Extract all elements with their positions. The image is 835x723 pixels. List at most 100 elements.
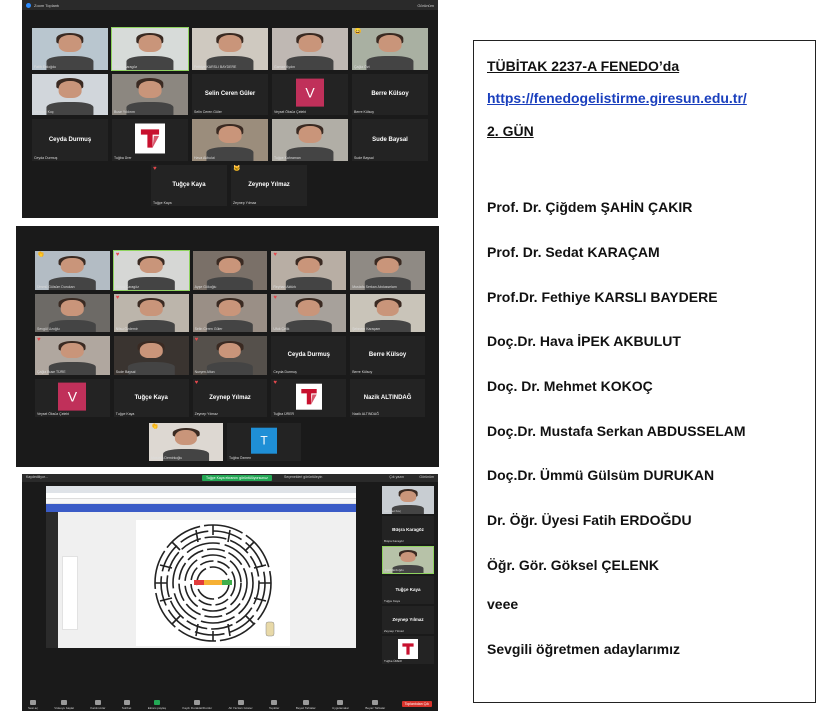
participant-tile-tugba-urer[interactable]: Tuğba ÜRER [382,636,434,664]
instructor-name: Prof. Dr. Sedat KARAÇAM [487,244,660,260]
participant-video [32,28,108,70]
toolbar-button-videoyu-baslat[interactable]: Videoyu başlat [54,700,74,710]
participant-name-label: Nurşen Altun [194,369,215,374]
uygulamalar-icon [337,700,344,705]
participant-tile-fatih-erdogdu[interactable]: Fatih Erdoğdu [382,546,434,574]
participant-tile-berre-kulsoy[interactable]: Berre Külsoy Berre Külsoy [349,335,426,376]
view-button[interactable]: Görünüm [419,475,434,479]
exit-fullscreen-button[interactable]: Çık yazın [389,475,404,479]
participant-tile-busra-karagoz[interactable]: Büşra Karagöz [111,27,189,71]
participant-tile-sude-baysal[interactable]: Sude Baysal [112,335,190,376]
participant-tile-zeynep-yilmaz[interactable]: Zeynep Yılmaz ♥ Zeynep Yılmaz [191,377,269,418]
participant-tile-sevgul-uzoglu[interactable]: Sevgül Uzoğlu [34,292,111,333]
tubitak-logo-icon [398,639,418,659]
participant-name-label: Hava Akbulut [194,155,215,160]
toolbar-button-label: Beyaz Tahtalar [295,706,316,710]
emoji-reaction-icon: 👏 [151,424,159,430]
participant-tile-ayse-gokoglu[interactable]: Ayşe Gökoğlu [191,250,269,291]
participant-tile-sebnem-karacam[interactable]: Şebnem Karaçam [349,292,426,333]
info-link[interactable]: https://fenedogelistirme.giresun.edu.tr/ [487,90,747,106]
participant-name-label: Sude Baysal [115,369,136,374]
view-button[interactable]: Görünüm [417,3,434,8]
participant-tile-nazik-altindag[interactable]: Nazik ALTINDAĞ Nazik ALTINDAĞ [349,377,426,418]
participant-display-name: Büşra Karagöz [392,527,424,533]
participant-tile-cagla-ozt[interactable]: 😄 Çağla Özt [351,27,429,71]
participant-tile-ummu-gulsum-durukan[interactable]: 👏 Ümmü Gülsüm Durukan [34,250,111,291]
participant-tile-tugba-urer[interactable]: Tuğba Ürer [111,118,189,162]
participant-tile-busra-karagoz[interactable]: Büşra Karagöz Büşra Karagöz [382,516,434,544]
tepkiler-icon [271,700,278,705]
participant-name-label: Berre Külsoy [352,369,373,374]
participant-tile-mehmet-koc[interactable]: Mehmet Koç [31,72,109,116]
toolbar-button-ekrani-paylas[interactable]: Ekranı paylaş [148,700,166,710]
beyaz-tahtalar-icon [302,700,309,705]
gallery-grid-1: Fatih Erdoğdu Büşra Karagöz Fethiye KARSLI… [31,27,429,207]
toolbar-button-beyaz-tahtalar[interactable]: Beyaz Tahtalar [296,700,316,710]
view-options-button[interactable]: Seçenekleri görüntüleyin [284,475,322,479]
participant-tile-ufuk-celik[interactable]: ♥ Ufuk Çelik [270,292,348,333]
toolbar-button-sesi-ac[interactable]: Sesi aç [28,700,38,710]
participant-tile-reyhan-akturk[interactable]: ♥ Reyhan Aktürk [270,250,348,291]
participant-tile-sude-baysal[interactable]: Sude Baysal Sude Baysal [351,118,429,162]
participant-tile-ceyda-durmus[interactable]: Ceyda Durmuş Ceyda Durmuş [270,335,348,376]
participant-name-label: Tuğçe Kaya [384,599,400,603]
participant-tile-tugce-kaya[interactable]: Tuğçe Kaya Tuğçe Kaya [382,576,434,604]
participant-tile-zeynep-yilmaz[interactable]: Zeynep Yılmaz Zeynep Yılmaz [382,606,434,634]
participant-tile-tugce-kahraman[interactable]: Tuğçe Kahraman [271,118,349,162]
toolbar-button-uygulamalar[interactable]: Uygulamalar [332,700,349,710]
participant-name-label: Fethiye KARSLI BAYDERE [194,64,237,69]
instructor-name: Doç. Dr. Mehmet KOKOÇ [487,378,653,394]
leave-meeting-button[interactable]: Toplantıdan Çık [401,701,432,707]
participant-tile-tugba-urer[interactable]: ♥ Tuğba ÜRER [270,377,348,418]
participant-tile-buse-yildirim[interactable]: Buse Yıldırım [111,72,189,116]
participant-tile-fatih-erdogdu[interactable]: Fatih Erdoğdu [31,27,109,71]
instructor-name: Doç.Dr. Hava İPEK AKBULUT [487,333,681,349]
participant-tile-tugce-kaya[interactable]: Tuğçe Kaya Tuğçe Kaya [112,377,190,418]
participant-name-label: Fatih Erdoğdu [34,64,56,69]
participant-name-label: Çağla Buse TÜRE [37,369,66,374]
participant-tile-mehmet-koc[interactable]: Mehmet Koç [382,486,434,514]
participant-tile-busra-karagoz[interactable]: ♥ Büşra Karagöz [112,250,190,291]
participant-tile-tugce-kaya[interactable]: Tuğçe Kaya ♥ Tuğçe Kaya [150,163,228,207]
participant-display-name: Berre Külsoy [371,91,409,98]
participant-tile-nursen-altun[interactable]: ♥ Nurşen Altun [191,335,269,376]
toolbar-button-alt-yazilari-goster[interactable]: Alt Yazıları Göster [229,700,253,710]
participant-display-name: Ceyda Durmuş [287,352,330,359]
participant-tile-hava-akbulut[interactable]: Hava Akbulut [191,118,269,162]
participant-strip: Mehmet Koç Büşra Karagöz Büşra Karagöz Fati… [382,486,434,697]
participant-video [32,73,108,115]
videoyu-baslat-icon [61,700,68,705]
toolbar-button-tepkiler[interactable]: Tepkiler [269,700,279,710]
participant-tile-veysel-oksuz-celebi[interactable]: V Veysel Öksüz Çelebi [34,377,111,418]
avatar-initial: V [58,382,87,411]
participant-display-name: Zeynep Yılmaz [392,617,424,623]
participant-tile-veysel-oksuz-celebi[interactable]: V Veysel Öksüz Çelebi [271,72,349,116]
toolbar-button-label: Beyaz Tahtalar [365,706,386,710]
participant-tile-berre-kulsoy[interactable]: Berre Külsoy Berre Külsoy [351,72,429,116]
ekrani-paylas-icon [153,700,160,705]
toolbar-button-beyaz-tahtalar[interactable]: Beyaz Tahtalar [365,700,385,710]
toolbar-button-katilimcilar[interactable]: Katılımcılar [90,700,105,710]
info-heading: TÜBİTAK 2237-A FENEDO’da [487,58,680,74]
participant-tile-selin-ceren-guler[interactable]: Selin Ceren Güler Selin Ceren Güler [191,72,269,116]
participant-tile-zeynep-yilmaz[interactable]: Zeynep Yılmaz 🐱 Zeynep Yılmaz [230,163,308,207]
toolbar-button-label: Sesi aç [28,706,38,710]
participant-tile-gamze-aydin[interactable]: Gamze Aydın [271,27,349,71]
participant-tile-fethiye-karsli-baydere[interactable]: Fethiye KARSLI BAYDERE [191,27,269,71]
participant-tile-mustafa-demirkoglu[interactable]: 👏 Mustafa Demirkoğlu [148,422,224,462]
participant-tile-nilsu-ozdemir[interactable]: ♥ Nilsu Özdemir [112,292,190,333]
participant-name-label: Ceyda Durmuş [273,369,297,374]
participant-display-name: Selin Ceren Güler [204,91,256,98]
emoji-reaction-icon: 🐱 [233,165,241,172]
participant-tile-selin-ceren-guler[interactable]: Selin Ceren Güler [191,292,269,333]
toolbar-button-kaydi-duraklat-durdur[interactable]: Kaydı Duraklat/Durdur [182,700,212,710]
participant-tile-cagla-buse-ture[interactable]: ♥ Çağla Buse TÜRE [34,335,111,376]
instructor-name: veee [487,596,519,612]
toolbar-button-sohbet[interactable]: Sohbet [122,700,131,710]
participant-name-label: Mehmet Koç [384,509,401,513]
participant-video [272,28,348,70]
heart-reaction-icon: ♥ [273,379,277,386]
participant-tile-ceyda-durmus[interactable]: Ceyda Durmuş Ceyda Durmuş [31,118,109,162]
participant-tile-tugba-ozmen[interactable]: T Tuğba Özmen [226,422,302,462]
participant-tile-mustafa-serkan-abdusselam[interactable]: Mustafa Serkan Abdusselam [349,250,426,291]
